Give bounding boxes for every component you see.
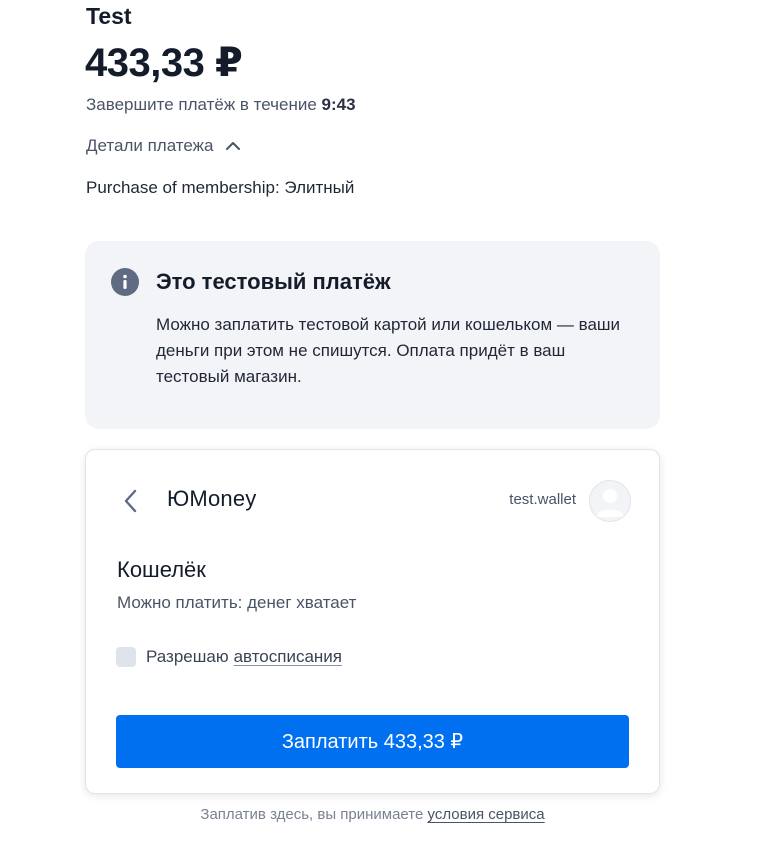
timer-line: Завершите платёж в течение 9:43 bbox=[86, 95, 356, 115]
timer-prefix: Завершите платёж в течение bbox=[86, 95, 317, 114]
pay-button[interactable]: Заплатить 433,33 ₽ bbox=[116, 715, 629, 768]
user-avatar-icon[interactable] bbox=[589, 480, 631, 522]
payment-amount: 433,33 ₽ bbox=[85, 41, 243, 85]
chevron-up-icon bbox=[226, 142, 241, 150]
details-toggle-label: Детали платежа bbox=[86, 136, 214, 155]
autopay-link[interactable]: автосписания bbox=[234, 647, 342, 667]
terms-notice: Заплатив здесь, вы принимаете условия се… bbox=[0, 806, 745, 823]
autopay-label: Разрешаю bbox=[146, 647, 229, 666]
chevron-left-icon bbox=[124, 489, 137, 513]
wallet-label: Кошелёк bbox=[117, 557, 206, 582]
shop-name: Test bbox=[86, 3, 132, 29]
back-button[interactable] bbox=[120, 488, 142, 514]
notice-text: Можно заплатить тестовой картой или коше… bbox=[156, 315, 621, 386]
wallet-status: Можно платить: денег хватает bbox=[117, 593, 357, 612]
terms-prefix: Заплатив здесь, вы принимаете bbox=[200, 806, 424, 823]
wallet-account-name: test.wallet bbox=[509, 491, 576, 508]
autopay-consent: Разрешаю автосписания bbox=[116, 647, 342, 667]
test-payment-notice: Это тестовый платёж Можно заплатить тест… bbox=[85, 241, 660, 429]
payment-details-toggle[interactable]: Детали платежа bbox=[86, 136, 241, 156]
payment-method-title: ЮMoney bbox=[167, 486, 257, 511]
autopay-checkbox[interactable] bbox=[116, 647, 136, 667]
wallet-payment-card: ЮMoney test.wallet Кошелёк Можно платить… bbox=[85, 449, 660, 794]
info-icon bbox=[111, 268, 139, 296]
terms-link[interactable]: условия сервиса bbox=[428, 806, 545, 823]
payment-purpose: Purchase of membership: Элитный bbox=[86, 178, 355, 197]
timer-value: 9:43 bbox=[321, 95, 356, 114]
notice-title: Это тестовый платёж bbox=[156, 269, 391, 294]
